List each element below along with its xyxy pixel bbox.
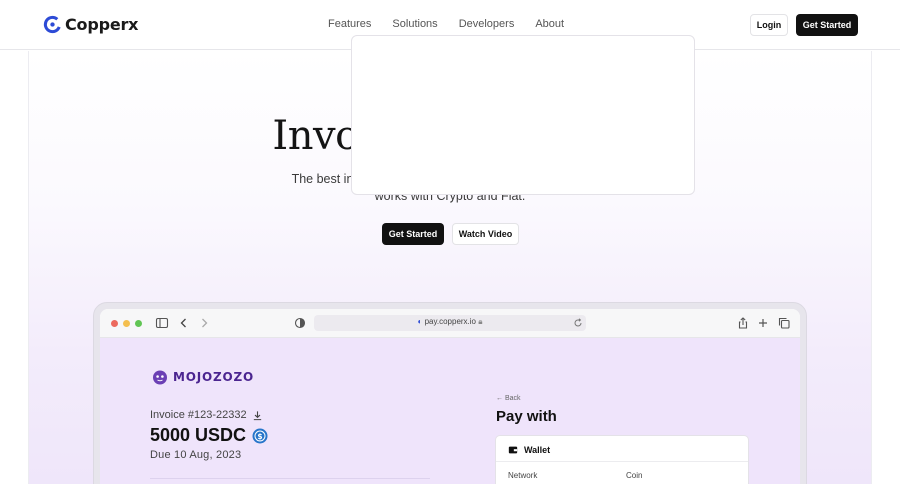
maximize-dot[interactable] [135,320,142,327]
login-button[interactable]: Login [750,14,788,36]
network-label: Network [508,471,538,480]
merchant-logo-icon [153,370,167,385]
brand-name: Copperx [65,15,139,34]
copperx-logo-icon [43,15,62,34]
svg-text:$: $ [257,431,262,440]
share-icon[interactable] [736,316,750,330]
address-bar[interactable]: ◐ pay.copperx.io 🔒︎ [314,315,586,331]
get-started-nav-button[interactable]: Get Started [796,14,858,36]
invoice-amount: 5000 USDC [150,425,247,445]
download-icon[interactable] [252,410,263,421]
site-favicon-icon: ◐ [417,317,423,326]
menu-about[interactable]: About [535,18,564,30]
merchant-name: MOJOZOZO [173,370,255,384]
tabs-overview-icon[interactable] [777,316,791,330]
back-label: Back [504,395,521,402]
sidebar-icon[interactable] [155,316,169,330]
forward-arrow-icon[interactable] [197,316,211,330]
usdc-coin-icon: $ [252,428,268,443]
wallet-label: Wallet [524,445,551,455]
back-arrow-icon: ← [496,395,503,402]
url-text: pay.copperx.io [424,317,476,326]
main-menu: Features Solutions Developers About [328,18,585,30]
merchant-brand: MOJOZOZO [152,369,254,385]
minimize-dot[interactable] [123,320,130,327]
menu-developers[interactable]: Developers [459,18,515,30]
amount-row: 5000 USDC $ [150,425,268,446]
menu-solutions[interactable]: Solutions [392,18,437,30]
browser-toolbar: ◐ pay.copperx.io 🔒︎ [100,309,800,338]
invoice-number: Invoice #123-22332 [150,409,247,421]
coin-label: Coin [626,471,643,480]
close-dot[interactable] [111,320,118,327]
back-link[interactable]: ← Back [496,395,521,402]
due-date: Due 10 Aug, 2023 [150,449,242,461]
wallet-divider [496,461,748,462]
invoice-divider [150,478,430,479]
watch-video-button[interactable]: Watch Video [452,223,519,245]
wallet-header: Wallet [508,445,550,455]
back-arrow-icon[interactable] [177,316,191,330]
payment-card [351,35,695,195]
shield-icon[interactable] [293,316,307,330]
lock-icon: 🔒︎ [478,317,483,326]
copperx-logo[interactable]: Copperx [43,15,139,34]
new-tab-icon[interactable] [756,316,770,330]
pay-with-title: Pay with [496,408,557,425]
get-started-hero-button[interactable]: Get Started [382,223,444,245]
reload-icon[interactable] [573,318,583,328]
wallet-icon [508,446,518,454]
menu-features[interactable]: Features [328,18,371,30]
invoice-number-row: Invoice #123-22332 [150,409,263,421]
